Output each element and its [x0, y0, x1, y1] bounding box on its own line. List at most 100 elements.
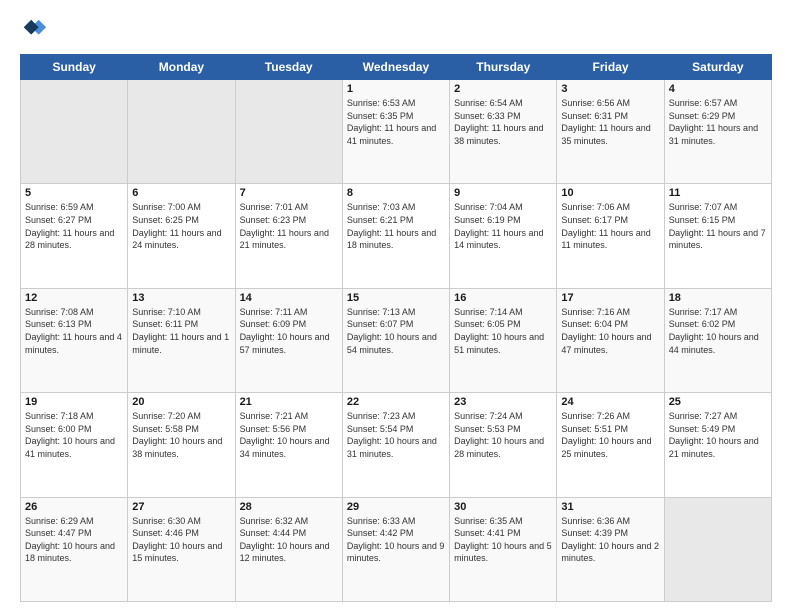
day-number: 23	[454, 396, 552, 408]
calendar-cell: 8 Sunrise: 7:03 AMSunset: 6:21 PMDayligh…	[342, 184, 449, 288]
calendar-cell: 28 Sunrise: 6:32 AMSunset: 4:44 PMDaylig…	[235, 497, 342, 601]
day-number: 12	[25, 292, 123, 304]
calendar-week-row: 5 Sunrise: 6:59 AMSunset: 6:27 PMDayligh…	[21, 184, 772, 288]
calendar-cell: 30 Sunrise: 6:35 AMSunset: 4:41 PMDaylig…	[450, 497, 557, 601]
calendar-cell: 23 Sunrise: 7:24 AMSunset: 5:53 PMDaylig…	[450, 393, 557, 497]
day-number: 18	[669, 292, 767, 304]
day-info: Sunrise: 6:35 AMSunset: 4:41 PMDaylight:…	[454, 515, 552, 565]
calendar-cell	[664, 497, 771, 601]
calendar-cell: 29 Sunrise: 6:33 AMSunset: 4:42 PMDaylig…	[342, 497, 449, 601]
weekday-header: Friday	[557, 55, 664, 80]
calendar-cell: 19 Sunrise: 7:18 AMSunset: 6:00 PMDaylig…	[21, 393, 128, 497]
day-info: Sunrise: 7:11 AMSunset: 6:09 PMDaylight:…	[240, 306, 338, 356]
day-number: 3	[561, 83, 659, 95]
day-info: Sunrise: 7:21 AMSunset: 5:56 PMDaylight:…	[240, 410, 338, 460]
calendar-cell: 6 Sunrise: 7:00 AMSunset: 6:25 PMDayligh…	[128, 184, 235, 288]
calendar-cell: 13 Sunrise: 7:10 AMSunset: 6:11 PMDaylig…	[128, 288, 235, 392]
day-info: Sunrise: 6:59 AMSunset: 6:27 PMDaylight:…	[25, 201, 123, 251]
day-number: 15	[347, 292, 445, 304]
calendar-cell: 5 Sunrise: 6:59 AMSunset: 6:27 PMDayligh…	[21, 184, 128, 288]
calendar-cell: 4 Sunrise: 6:57 AMSunset: 6:29 PMDayligh…	[664, 80, 771, 184]
day-info: Sunrise: 7:00 AMSunset: 6:25 PMDaylight:…	[132, 201, 230, 251]
logo-icon	[20, 16, 48, 44]
day-number: 10	[561, 187, 659, 199]
calendar-cell: 12 Sunrise: 7:08 AMSunset: 6:13 PMDaylig…	[21, 288, 128, 392]
day-number: 19	[25, 396, 123, 408]
day-number: 14	[240, 292, 338, 304]
day-number: 11	[669, 187, 767, 199]
day-info: Sunrise: 7:26 AMSunset: 5:51 PMDaylight:…	[561, 410, 659, 460]
day-info: Sunrise: 6:56 AMSunset: 6:31 PMDaylight:…	[561, 97, 659, 147]
day-info: Sunrise: 7:06 AMSunset: 6:17 PMDaylight:…	[561, 201, 659, 251]
day-info: Sunrise: 7:07 AMSunset: 6:15 PMDaylight:…	[669, 201, 767, 251]
day-info: Sunrise: 6:33 AMSunset: 4:42 PMDaylight:…	[347, 515, 445, 565]
day-number: 17	[561, 292, 659, 304]
calendar-cell: 9 Sunrise: 7:04 AMSunset: 6:19 PMDayligh…	[450, 184, 557, 288]
calendar-cell	[128, 80, 235, 184]
calendar-cell: 22 Sunrise: 7:23 AMSunset: 5:54 PMDaylig…	[342, 393, 449, 497]
day-number: 6	[132, 187, 230, 199]
day-info: Sunrise: 7:04 AMSunset: 6:19 PMDaylight:…	[454, 201, 552, 251]
day-number: 30	[454, 501, 552, 513]
calendar-cell: 24 Sunrise: 7:26 AMSunset: 5:51 PMDaylig…	[557, 393, 664, 497]
day-info: Sunrise: 7:23 AMSunset: 5:54 PMDaylight:…	[347, 410, 445, 460]
calendar-cell: 15 Sunrise: 7:13 AMSunset: 6:07 PMDaylig…	[342, 288, 449, 392]
weekday-header: Wednesday	[342, 55, 449, 80]
day-number: 13	[132, 292, 230, 304]
calendar-cell: 26 Sunrise: 6:29 AMSunset: 4:47 PMDaylig…	[21, 497, 128, 601]
day-info: Sunrise: 7:24 AMSunset: 5:53 PMDaylight:…	[454, 410, 552, 460]
calendar-cell: 7 Sunrise: 7:01 AMSunset: 6:23 PMDayligh…	[235, 184, 342, 288]
day-number: 1	[347, 83, 445, 95]
calendar-week-row: 26 Sunrise: 6:29 AMSunset: 4:47 PMDaylig…	[21, 497, 772, 601]
header	[20, 16, 772, 44]
calendar-cell	[21, 80, 128, 184]
day-info: Sunrise: 7:20 AMSunset: 5:58 PMDaylight:…	[132, 410, 230, 460]
day-number: 4	[669, 83, 767, 95]
day-number: 16	[454, 292, 552, 304]
day-number: 26	[25, 501, 123, 513]
day-info: Sunrise: 7:10 AMSunset: 6:11 PMDaylight:…	[132, 306, 230, 356]
calendar-week-row: 1 Sunrise: 6:53 AMSunset: 6:35 PMDayligh…	[21, 80, 772, 184]
logo	[20, 16, 52, 44]
day-number: 7	[240, 187, 338, 199]
calendar-cell: 11 Sunrise: 7:07 AMSunset: 6:15 PMDaylig…	[664, 184, 771, 288]
day-info: Sunrise: 7:03 AMSunset: 6:21 PMDaylight:…	[347, 201, 445, 251]
day-number: 20	[132, 396, 230, 408]
day-info: Sunrise: 7:14 AMSunset: 6:05 PMDaylight:…	[454, 306, 552, 356]
calendar-cell: 18 Sunrise: 7:17 AMSunset: 6:02 PMDaylig…	[664, 288, 771, 392]
day-number: 21	[240, 396, 338, 408]
day-info: Sunrise: 6:32 AMSunset: 4:44 PMDaylight:…	[240, 515, 338, 565]
day-number: 29	[347, 501, 445, 513]
day-number: 31	[561, 501, 659, 513]
calendar-cell: 10 Sunrise: 7:06 AMSunset: 6:17 PMDaylig…	[557, 184, 664, 288]
calendar-week-row: 19 Sunrise: 7:18 AMSunset: 6:00 PMDaylig…	[21, 393, 772, 497]
day-number: 22	[347, 396, 445, 408]
calendar-cell: 14 Sunrise: 7:11 AMSunset: 6:09 PMDaylig…	[235, 288, 342, 392]
day-info: Sunrise: 6:57 AMSunset: 6:29 PMDaylight:…	[669, 97, 767, 147]
calendar-cell: 3 Sunrise: 6:56 AMSunset: 6:31 PMDayligh…	[557, 80, 664, 184]
calendar-cell: 16 Sunrise: 7:14 AMSunset: 6:05 PMDaylig…	[450, 288, 557, 392]
day-info: Sunrise: 6:53 AMSunset: 6:35 PMDaylight:…	[347, 97, 445, 147]
day-number: 25	[669, 396, 767, 408]
day-info: Sunrise: 7:16 AMSunset: 6:04 PMDaylight:…	[561, 306, 659, 356]
day-info: Sunrise: 7:17 AMSunset: 6:02 PMDaylight:…	[669, 306, 767, 356]
calendar-week-row: 12 Sunrise: 7:08 AMSunset: 6:13 PMDaylig…	[21, 288, 772, 392]
calendar-cell: 20 Sunrise: 7:20 AMSunset: 5:58 PMDaylig…	[128, 393, 235, 497]
day-info: Sunrise: 7:13 AMSunset: 6:07 PMDaylight:…	[347, 306, 445, 356]
day-info: Sunrise: 7:08 AMSunset: 6:13 PMDaylight:…	[25, 306, 123, 356]
calendar-cell: 27 Sunrise: 6:30 AMSunset: 4:46 PMDaylig…	[128, 497, 235, 601]
day-info: Sunrise: 7:01 AMSunset: 6:23 PMDaylight:…	[240, 201, 338, 251]
day-number: 24	[561, 396, 659, 408]
calendar-cell: 1 Sunrise: 6:53 AMSunset: 6:35 PMDayligh…	[342, 80, 449, 184]
day-info: Sunrise: 7:27 AMSunset: 5:49 PMDaylight:…	[669, 410, 767, 460]
weekday-header: Tuesday	[235, 55, 342, 80]
day-info: Sunrise: 6:54 AMSunset: 6:33 PMDaylight:…	[454, 97, 552, 147]
weekday-header: Thursday	[450, 55, 557, 80]
calendar-cell: 21 Sunrise: 7:21 AMSunset: 5:56 PMDaylig…	[235, 393, 342, 497]
calendar-cell: 17 Sunrise: 7:16 AMSunset: 6:04 PMDaylig…	[557, 288, 664, 392]
weekday-header: Sunday	[21, 55, 128, 80]
day-info: Sunrise: 6:36 AMSunset: 4:39 PMDaylight:…	[561, 515, 659, 565]
day-info: Sunrise: 6:29 AMSunset: 4:47 PMDaylight:…	[25, 515, 123, 565]
weekday-header: Monday	[128, 55, 235, 80]
calendar-table: SundayMondayTuesdayWednesdayThursdayFrid…	[20, 54, 772, 602]
